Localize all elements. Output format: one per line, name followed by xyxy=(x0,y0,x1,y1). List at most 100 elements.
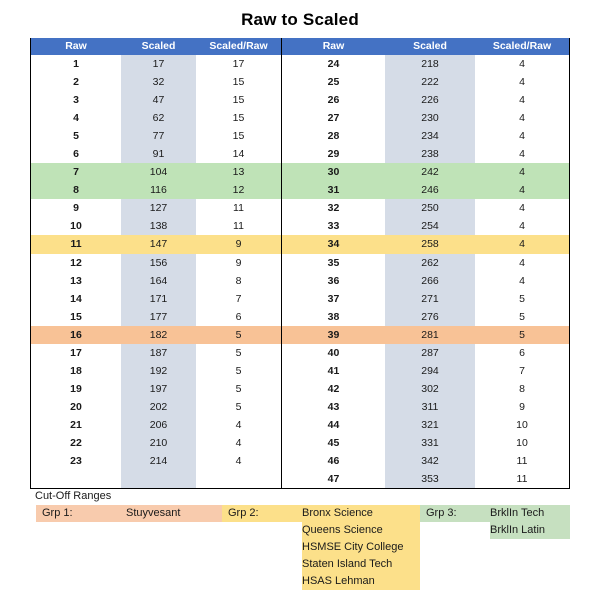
legend-school-name: Queens Science xyxy=(302,524,383,536)
cell-raw-left: 5 xyxy=(73,130,79,143)
cell-raw-left: 7 xyxy=(73,166,79,179)
cell-raw-right: 47 xyxy=(327,473,340,486)
cell-scaled-raw-right: 11 xyxy=(516,455,528,468)
cell-scaled-left xyxy=(121,470,196,489)
cell-scaled-right: 226 xyxy=(385,91,475,110)
cell-scaled-raw-right: 5 xyxy=(519,292,525,305)
cell-raw-right: 34 xyxy=(327,238,340,251)
cell-scaled-left: 116 xyxy=(150,184,167,197)
cell-scaled-raw-left: 5 xyxy=(235,382,242,395)
cell-raw-left: 15 xyxy=(70,310,82,323)
cell-raw-right: 46 xyxy=(327,455,340,468)
cell-raw-left: 16 xyxy=(70,328,82,341)
cell-raw-right: 25 xyxy=(327,76,340,89)
cell-raw-right: 43 xyxy=(327,400,340,413)
table-row: 14 171 7 37 271 5 xyxy=(31,289,569,308)
cell-raw-right: 38 xyxy=(327,310,340,323)
cell-raw-left: 6 xyxy=(73,148,79,161)
cell-scaled-right: 218 xyxy=(385,55,475,74)
table-row: 16 182 5 39 281 5 xyxy=(31,325,569,344)
cell-raw-right: 29 xyxy=(327,148,340,161)
cell-scaled-right: 321 xyxy=(385,415,475,434)
cell-scaled-raw-left: 15 xyxy=(232,94,245,107)
cell-scaled-raw-right: 4 xyxy=(519,184,525,197)
column-header-raw-right: Raw xyxy=(322,40,345,52)
cell-scaled-left: 17 xyxy=(121,55,196,74)
cell-scaled-raw-right: 4 xyxy=(519,220,525,233)
table-row: 13 164 8 36 266 4 xyxy=(31,271,569,290)
cell-scaled-left: 182 xyxy=(149,328,168,341)
cell-raw-left: 4 xyxy=(73,112,79,125)
cell-scaled-raw-right: 4 xyxy=(519,202,525,215)
cell-scaled-right: 246 xyxy=(421,184,439,197)
legend-school-name: Bronx Science xyxy=(302,507,373,519)
cell-raw-right: 28 xyxy=(327,130,340,143)
cell-scaled-raw-left: 9 xyxy=(235,238,242,251)
cell-scaled-raw-left: 15 xyxy=(232,76,245,89)
cell-scaled-raw-left: 6 xyxy=(235,310,242,323)
cell-scaled-raw-right: 4 xyxy=(519,94,525,107)
cell-scaled-raw-right: 6 xyxy=(519,346,525,359)
cell-scaled-right: 222 xyxy=(385,73,475,92)
column-header-scaled-right: Scaled xyxy=(413,40,447,52)
table-row: 22 210 4 45 331 10 xyxy=(31,433,569,453)
cell-raw-right: 37 xyxy=(327,292,340,305)
table-header-row: Raw Scaled Scaled/Raw Raw Scaled Scaled/… xyxy=(31,38,569,55)
cell-raw-left: 9 xyxy=(73,202,79,215)
cell-scaled-raw-right: 8 xyxy=(519,382,525,395)
legend-group-label: Grp 1: xyxy=(42,507,73,519)
page-title: Raw to Scaled xyxy=(241,10,359,29)
cell-scaled-raw-right: 4 xyxy=(519,256,525,269)
cell-scaled-left: 47 xyxy=(121,91,196,110)
cell-raw-right: 33 xyxy=(327,220,340,233)
cell-scaled-left: 177 xyxy=(121,307,196,326)
cell-scaled-left: 77 xyxy=(121,127,196,146)
cell-raw-left xyxy=(31,470,121,488)
cell-scaled-raw-left: 7 xyxy=(235,292,242,305)
cell-raw-right: 39 xyxy=(327,328,340,341)
cell-raw-right: 35 xyxy=(327,256,340,269)
cell-raw-right: 45 xyxy=(327,436,340,449)
cell-scaled-right: 281 xyxy=(421,328,439,341)
table-row: 5 77 15 28 234 4 xyxy=(31,127,569,146)
cell-raw-left: 17 xyxy=(70,346,82,359)
cell-scaled-raw-right: 4 xyxy=(519,238,525,251)
cell-scaled-right: 294 xyxy=(385,361,475,380)
table-body: 1 17 17 24 218 4 2 32 15 25 222 4 3 47 15 26 226 4 4 62 15 27… xyxy=(31,55,569,489)
cell-scaled-left: 156 xyxy=(121,253,196,272)
cell-scaled-raw-left: 4 xyxy=(235,436,242,449)
column-header-scaled-raw-right: Scaled/Raw xyxy=(492,40,552,52)
cell-raw-left: 14 xyxy=(70,292,82,305)
legend-school-name: HSAS Lehman xyxy=(302,575,375,587)
cell-raw-left: 2 xyxy=(73,76,79,89)
cell-raw-right: 44 xyxy=(327,418,340,431)
cell-scaled-raw-right: 5 xyxy=(519,310,525,323)
cell-scaled-raw-left: 14 xyxy=(232,148,245,161)
table-row: 2 32 15 25 222 4 xyxy=(31,73,569,92)
cell-scaled-raw-right: 4 xyxy=(519,274,525,287)
cell-raw-right: 36 xyxy=(327,274,340,287)
cell-raw-left: 8 xyxy=(73,184,79,197)
table-row: 15 177 6 38 276 5 xyxy=(31,307,569,326)
cell-scaled-raw-left: 4 xyxy=(235,418,242,431)
cell-scaled-left: 214 xyxy=(121,452,196,471)
legend-school-name: BrklIn Latin xyxy=(490,524,546,536)
cell-scaled-raw-right: 9 xyxy=(519,400,525,413)
table-row: 19 197 5 42 302 8 xyxy=(31,379,569,398)
cell-raw-left: 21 xyxy=(70,418,82,431)
cell-scaled-right: 331 xyxy=(385,433,475,453)
cell-scaled-raw-left: 15 xyxy=(232,112,245,125)
cell-raw-right: 31 xyxy=(327,184,340,197)
cell-raw-left: 10 xyxy=(70,220,82,233)
cell-scaled-raw-left: 15 xyxy=(232,130,245,143)
cell-scaled-left: 32 xyxy=(121,73,196,92)
cell-scaled-right: 254 xyxy=(385,217,475,236)
cell-scaled-right: 230 xyxy=(385,109,475,128)
cell-scaled-left: 127 xyxy=(121,199,196,218)
table-row: 10 138 11 33 254 4 xyxy=(31,217,569,236)
cell-scaled-raw-right: 4 xyxy=(519,148,525,161)
cell-scaled-raw-left: 8 xyxy=(235,274,242,287)
legend-group-label: Grp 2: xyxy=(228,507,259,519)
legend-school-name: Stuyvesant xyxy=(126,507,181,519)
cell-scaled-left: 192 xyxy=(121,361,196,380)
